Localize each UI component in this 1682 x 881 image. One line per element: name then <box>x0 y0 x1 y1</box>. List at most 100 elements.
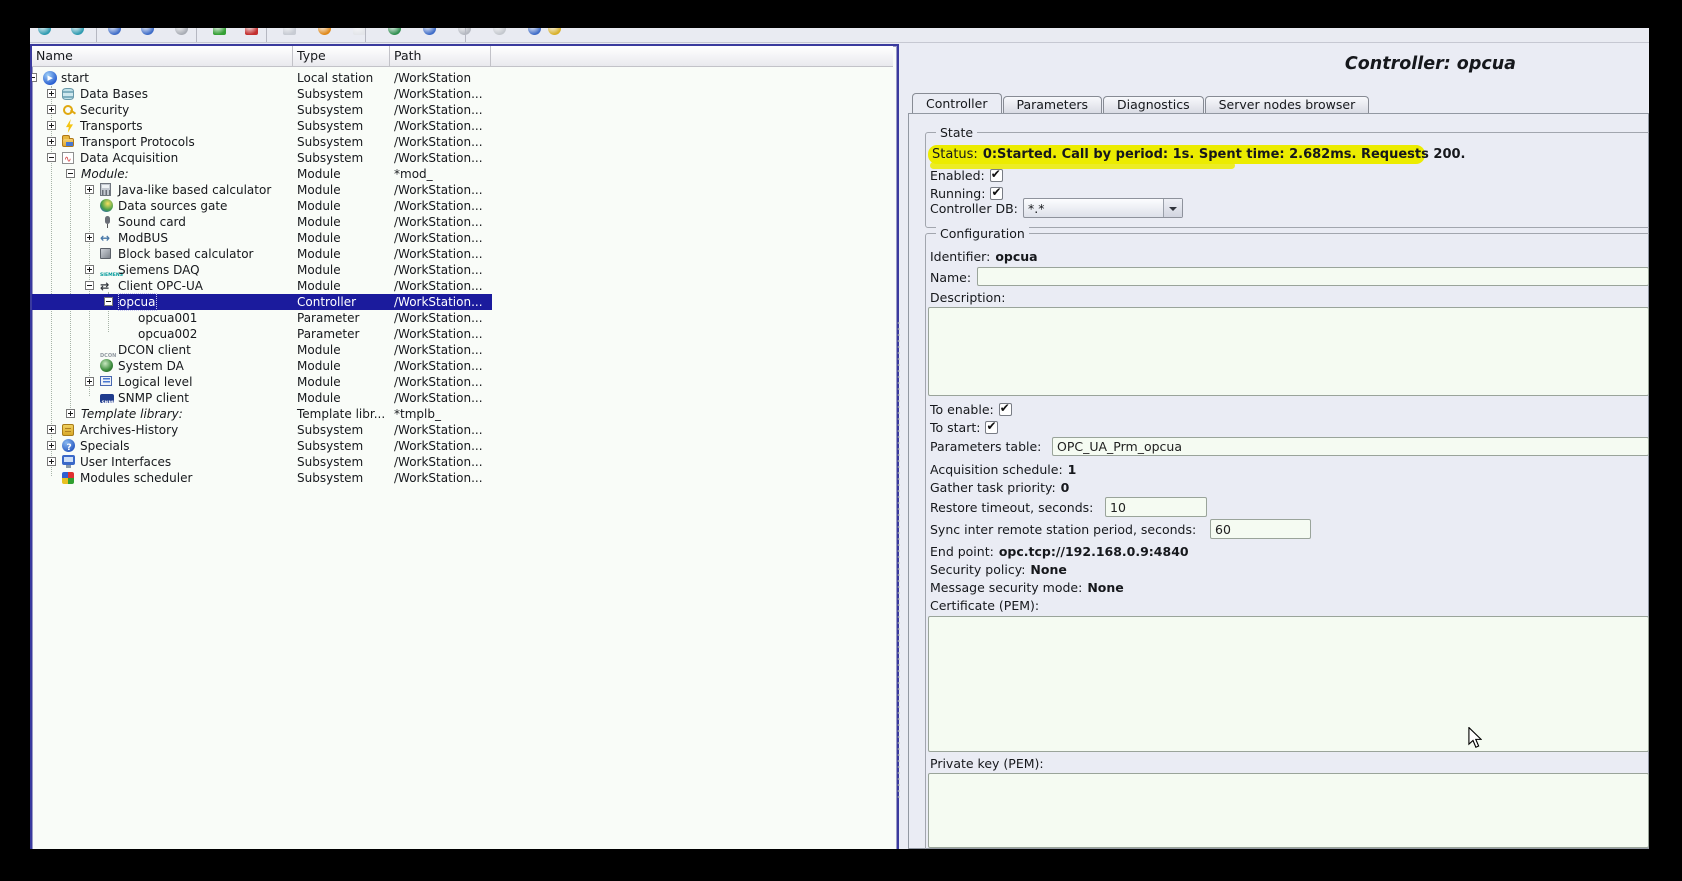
collapse-icon[interactable] <box>66 169 75 178</box>
toolbar <box>30 28 1649 43</box>
tree-row-data-sources-gate[interactable]: Data sources gateModule/WorkStation... <box>32 198 893 214</box>
toolbar-button-4-icon[interactable] <box>141 28 154 35</box>
expand-icon[interactable] <box>47 137 56 146</box>
tab-controller[interactable]: Controller <box>912 93 1002 113</box>
tree-item-type: Controller <box>297 294 356 310</box>
expand-icon[interactable] <box>47 105 56 114</box>
toolbar-button-9-icon[interactable] <box>318 28 331 35</box>
expand-icon[interactable] <box>47 425 56 434</box>
tree-item-name: opcua002 <box>138 326 197 342</box>
tree-item-path: /WorkStation... <box>394 198 483 214</box>
tree-item-name: Block based calculator <box>118 246 253 262</box>
tree-row-transports[interactable]: TransportsSubsystem/WorkStation... <box>32 118 893 134</box>
tree-row-logical-level[interactable]: Logical levelModule/WorkStation... <box>32 374 893 390</box>
toolbar-button-11-icon[interactable] <box>388 28 401 35</box>
tree-row-java-like-based-calculator[interactable]: Java-like based calculatorModule/WorkSta… <box>32 182 893 198</box>
toolbar-button-1-icon[interactable] <box>38 28 51 35</box>
tree-item-name: Data Bases <box>80 86 148 102</box>
tree-item-type: Parameter <box>297 326 359 342</box>
tab-server-nodes-browser[interactable]: Server nodes browser <box>1205 96 1370 113</box>
tree-item-path: /WorkStation... <box>394 342 483 358</box>
tree-row-snmp-client[interactable]: SNMP clientModule/WorkStation... <box>32 390 893 406</box>
tree-row-security[interactable]: SecuritySubsystem/WorkStation... <box>32 102 893 118</box>
tree-header-name[interactable]: Name <box>32 46 293 66</box>
toolbar-button-14-icon[interactable] <box>493 28 506 35</box>
tree-row-modules-scheduler[interactable]: Modules schedulerSubsystem/WorkStation..… <box>32 470 893 486</box>
name-field[interactable] <box>977 267 1649 286</box>
tree-row-opcua002[interactable]: opcua002Parameter/WorkStation... <box>32 326 893 342</box>
tree-row-template-library[interactable]: Template library:Template libr...*tmplb_ <box>32 406 893 422</box>
screen: Name Type Path startLocal station/WorkSt… <box>0 0 1682 881</box>
tab-diagnostics[interactable]: Diagnostics <box>1103 96 1204 113</box>
tree-row-client-opc-ua[interactable]: Client OPC-UAModule/WorkStation... <box>32 278 893 294</box>
toolbar-button-8-icon[interactable] <box>283 28 296 35</box>
running-checkbox[interactable] <box>990 187 1003 200</box>
restore-timeout-field[interactable] <box>1105 497 1207 517</box>
toolbar-button-16-icon[interactable] <box>548 28 561 35</box>
tree-row-user-interfaces[interactable]: User InterfacesSubsystem/WorkStation... <box>32 454 893 470</box>
sync-period-field[interactable] <box>1210 519 1311 539</box>
tree-header-type[interactable]: Type <box>293 46 390 66</box>
toolbar-button-2-icon[interactable] <box>71 28 84 35</box>
expand-icon[interactable] <box>47 121 56 130</box>
certificate-field[interactable] <box>928 616 1649 752</box>
to-enable-checkbox[interactable] <box>999 403 1012 416</box>
toolbar-button-15-icon[interactable] <box>528 28 541 35</box>
enabled-checkbox[interactable] <box>990 169 1003 182</box>
chevron-down-icon[interactable] <box>1163 199 1182 217</box>
to-start-checkbox[interactable] <box>985 421 998 434</box>
expand-icon[interactable] <box>85 377 94 386</box>
tree-row-transport-protocols[interactable]: Transport ProtocolsSubsystem/WorkStation… <box>32 134 893 150</box>
tree-item-path: *mod_ <box>394 166 433 182</box>
tree-row-module[interactable]: Module:Module*mod_ <box>32 166 893 182</box>
expand-icon[interactable] <box>47 441 56 450</box>
splitter-handle[interactable] <box>897 320 900 800</box>
name-label-text: Name: <box>930 270 971 285</box>
navigation-tree[interactable]: Name Type Path startLocal station/WorkSt… <box>30 44 899 852</box>
collapse-icon[interactable] <box>47 153 56 162</box>
systemda-icon <box>100 359 113 372</box>
tab-parameters[interactable]: Parameters <box>1003 96 1103 113</box>
tree-row-system-da[interactable]: System DAModule/WorkStation... <box>32 358 893 374</box>
tree-item-path: /WorkStation... <box>394 390 483 406</box>
tree-row-sound-card[interactable]: Sound cardModule/WorkStation... <box>32 214 893 230</box>
tree-row-modbus[interactable]: ModBUSModule/WorkStation... <box>32 230 893 246</box>
tree-row-opcua001[interactable]: opcua001Parameter/WorkStation... <box>32 310 893 326</box>
archives-icon <box>62 424 74 436</box>
collapse-icon[interactable] <box>30 73 37 82</box>
tree-row-archives-history[interactable]: Archives-HistorySubsystem/WorkStation... <box>32 422 893 438</box>
identifier-label: Identifier: <box>930 249 990 264</box>
expand-icon[interactable] <box>85 233 94 242</box>
toolbar-button-3-icon[interactable] <box>108 28 121 35</box>
tree-row-block-based-calculator[interactable]: Block based calculatorModule/WorkStation… <box>32 246 893 262</box>
expand-icon[interactable] <box>47 457 56 466</box>
expand-icon[interactable] <box>47 89 56 98</box>
expand-icon[interactable] <box>66 409 75 418</box>
parameters-table-field[interactable] <box>1052 437 1649 456</box>
tree-row-start[interactable]: startLocal station/WorkStation <box>32 70 893 86</box>
description-field[interactable] <box>928 307 1649 396</box>
acquisition-schedule-label: Acquisition schedule: <box>930 462 1063 477</box>
tree-row-data-acquisition[interactable]: Data AcquisitionSubsystem/WorkStation... <box>32 150 893 166</box>
tree-item-type: Module <box>297 214 341 230</box>
tree-item-type: Module <box>297 198 341 214</box>
private-key-field[interactable] <box>928 773 1649 848</box>
tree-row-opcua[interactable]: opcuaController/WorkStation... <box>32 294 893 310</box>
tree-header-path[interactable]: Path <box>390 46 491 66</box>
screen-mask-left <box>0 0 30 881</box>
tree-item-name: start <box>61 70 89 86</box>
expand-icon[interactable] <box>85 265 94 274</box>
toolbar-button-6-icon[interactable] <box>213 28 226 35</box>
tree-row-siemens-daq[interactable]: Siemens DAQModule/WorkStation... <box>32 262 893 278</box>
tree-row-specials[interactable]: SpecialsSubsystem/WorkStation... <box>32 438 893 454</box>
tree-row-dcon-client[interactable]: DCON clientModule/WorkStation... <box>32 342 893 358</box>
collapse-icon[interactable] <box>104 297 113 306</box>
toolbar-button-12-icon[interactable] <box>423 28 436 35</box>
toolbar-button-5-icon[interactable] <box>175 28 188 35</box>
tree-item-type: Module <box>297 390 341 406</box>
tree-row-data-bases[interactable]: Data BasesSubsystem/WorkStation... <box>32 86 893 102</box>
controller-db-select[interactable]: *.* <box>1023 198 1183 218</box>
toolbar-button-7-icon[interactable] <box>245 28 258 35</box>
collapse-icon[interactable] <box>85 281 94 290</box>
expand-icon[interactable] <box>85 185 94 194</box>
